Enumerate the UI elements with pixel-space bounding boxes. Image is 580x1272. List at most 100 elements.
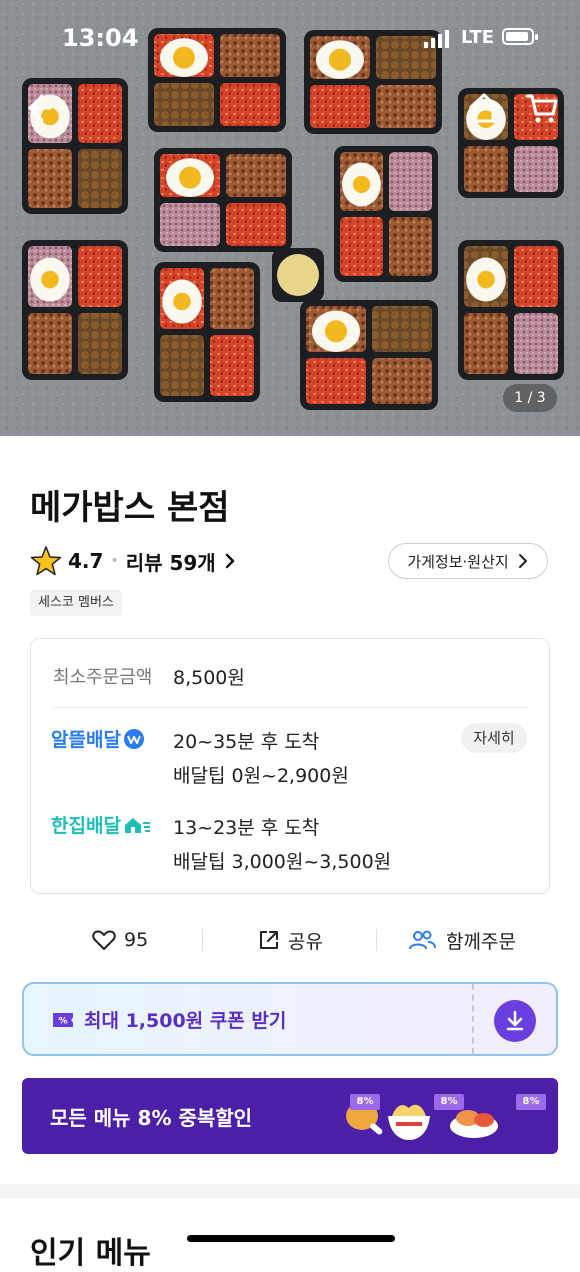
network-type: LTE (461, 27, 495, 48)
divider (53, 707, 529, 708)
tray-compartment (210, 335, 254, 396)
rating-score: 4.7 (68, 549, 104, 573)
tray-compartment (464, 313, 508, 374)
review-count-link[interactable]: 리뷰 59개 (126, 547, 216, 576)
single-delivery-name: 한집배달 (51, 815, 121, 837)
tray-compartment (28, 313, 72, 374)
sushi-icon (450, 1110, 498, 1138)
delivery-info-card: 최소주문금액 8,500원 알뜰배달 20~35분 후 도착 배달팁 0원~2,… (30, 638, 550, 894)
egg-yolk (173, 292, 191, 311)
tray-compartment (78, 84, 122, 143)
tray-compartment (160, 335, 204, 396)
tray-compartment (340, 217, 383, 276)
tray-compartment (310, 85, 370, 128)
tray-compartment (160, 203, 220, 246)
rating-row[interactable]: 4.7 • 리뷰 59개 (30, 545, 236, 577)
download-icon (506, 1010, 524, 1031)
tray-compartment (78, 313, 122, 374)
section-gap (0, 1184, 580, 1198)
divider (376, 929, 377, 951)
tray-compartment (464, 146, 508, 192)
home-indicator[interactable] (187, 1235, 395, 1242)
tray-compartment (226, 154, 286, 197)
store-name: 메가밥스 본점 (30, 488, 230, 528)
separator-dot: • (110, 553, 119, 569)
status-bar: 13:04 LTE (0, 0, 580, 80)
share-button[interactable]: 공유 (258, 920, 323, 960)
like-button[interactable]: 95 (92, 920, 148, 960)
divider (202, 929, 203, 951)
coupon-text: 최대 1,500원 쿠폰 받기 (84, 1010, 287, 1032)
store-info-label: 가게정보·원산지 (407, 552, 509, 571)
chevron-right-icon (518, 554, 527, 568)
min-order-label: 최소주문금액 (53, 667, 153, 688)
coupon-perforation (472, 984, 474, 1054)
noodle-bowl-icon (388, 1104, 430, 1140)
tray-compartment (220, 83, 280, 126)
tray-compartment (372, 306, 432, 352)
store-hero-image[interactable]: 13:04 LTE 1 / 3 (0, 0, 580, 436)
min-order-value: 8,500원 (173, 667, 245, 689)
egg-yolk (179, 166, 201, 189)
promo-banner[interactable]: 모든 메뉴 8% 중복할인 8% 8% 8% (22, 1078, 558, 1154)
battery-icon (502, 28, 538, 45)
saver-delivery-label: 알뜰배달 (51, 725, 145, 752)
cart-icon[interactable] (524, 90, 560, 126)
discount-tag: 8% (434, 1094, 464, 1110)
coupon-text-group: % 최대 1,500원 쿠폰 받기 (52, 1006, 286, 1033)
svg-text:%: % (58, 1016, 67, 1026)
group-people-icon (409, 930, 436, 950)
detail-button[interactable]: 자세히 (461, 723, 527, 753)
action-bar: 95 공유 함께주문 (30, 920, 550, 960)
discount-tag: 8% (516, 1094, 546, 1110)
tray-compartment (28, 149, 72, 208)
signal-icon (424, 30, 449, 48)
tray-compartment (389, 217, 432, 276)
cesco-members-badge: 세스코 멤버스 (30, 590, 122, 616)
fast-house-icon (124, 817, 150, 833)
egg-yolk (352, 175, 371, 194)
back-arrow-icon[interactable] (20, 90, 56, 126)
share-icon (260, 931, 278, 949)
egg-yolk (325, 320, 347, 343)
tray-compartment (514, 146, 558, 192)
tray-compartment (210, 268, 254, 329)
share-label: 공유 (288, 930, 323, 953)
tray-compartment (372, 358, 432, 404)
store-info-button[interactable]: 가게정보·원산지 (388, 543, 548, 579)
tray-compartment (154, 83, 214, 126)
saver-delivery-time: 20~35분 후 도착 (173, 731, 320, 753)
saver-delivery-name: 알뜰배달 (51, 729, 121, 751)
tray-compartment (306, 358, 366, 404)
promo-food-icons (346, 1102, 498, 1140)
home-icon[interactable] (466, 90, 502, 126)
single-delivery-label: 한집배달 (51, 811, 151, 838)
egg-yolk (477, 270, 495, 289)
tray-compartment (78, 149, 122, 208)
coupon-ticket-icon: % (53, 1012, 73, 1027)
saver-delivery-tip: 배달팁 0원~2,900원 (173, 765, 349, 787)
discount-tag: 8% (350, 1094, 380, 1110)
egg-yolk (41, 270, 59, 289)
side-dish (277, 254, 319, 296)
tray-compartment (514, 246, 558, 307)
promo-banner-text: 모든 메뉴 8% 중복할인 (50, 1106, 253, 1130)
tray-compartment (514, 313, 558, 374)
saver-badge-icon (123, 728, 144, 749)
status-time: 13:04 (62, 24, 139, 52)
coupon-banner[interactable]: % 최대 1,500원 쿠폰 받기 (22, 982, 558, 1056)
popular-menu-title: 인기 메뉴 (30, 1236, 151, 1271)
group-order-button[interactable]: 함께주문 (408, 920, 516, 960)
single-delivery-time: 13~23분 후 도착 (173, 817, 320, 839)
chevron-right-icon (225, 553, 234, 569)
tray-compartment (376, 85, 436, 128)
like-count: 95 (124, 929, 149, 951)
coupon-download-button[interactable] (494, 1000, 536, 1042)
tray-compartment (78, 246, 122, 307)
heart-icon (92, 930, 116, 950)
group-order-label: 함께주문 (446, 930, 516, 953)
star-icon (30, 546, 62, 576)
tray-compartment (389, 152, 432, 211)
image-pager: 1 / 3 (503, 384, 557, 412)
tray-compartment (226, 203, 286, 246)
